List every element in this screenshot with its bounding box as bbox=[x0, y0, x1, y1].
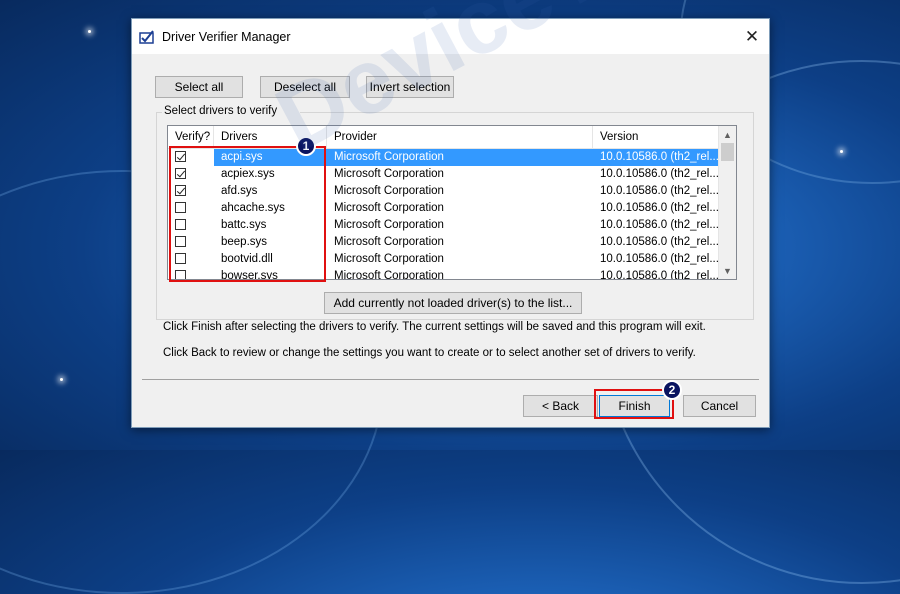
driver-version: 10.0.10586.0 (th2_rel... bbox=[600, 219, 719, 231]
invert-selection-button[interactable]: Invert selection bbox=[366, 76, 454, 98]
drivers-highlight-box bbox=[169, 146, 326, 282]
checklist-icon bbox=[139, 30, 154, 44]
footer-separator bbox=[142, 379, 759, 380]
vertical-scrollbar[interactable]: ▲ ▼ bbox=[718, 126, 736, 279]
finish-info-text: Click Finish after selecting the drivers… bbox=[163, 321, 706, 333]
add-unloaded-drivers-button[interactable]: Add currently not loaded driver(s) to th… bbox=[324, 292, 582, 314]
step-marker-1: 1 bbox=[296, 136, 316, 156]
column-header-verify[interactable]: Verify? bbox=[168, 126, 214, 148]
scroll-up-arrow-icon[interactable]: ▲ bbox=[719, 126, 736, 143]
driver-version: 10.0.10586.0 (th2_rel... bbox=[600, 185, 719, 197]
driver-provider: Microsoft Corporation bbox=[334, 185, 444, 197]
window-title: Driver Verifier Manager bbox=[162, 30, 291, 44]
step-marker-2: 2 bbox=[662, 380, 682, 400]
driver-version: 10.0.10586.0 (th2_rel... bbox=[600, 236, 719, 248]
scroll-thumb[interactable] bbox=[721, 143, 734, 161]
driver-provider: Microsoft Corporation bbox=[334, 253, 444, 265]
cancel-button[interactable]: Cancel bbox=[683, 395, 756, 417]
column-header-version[interactable]: Version bbox=[593, 126, 720, 148]
scroll-down-arrow-icon[interactable]: ▼ bbox=[719, 262, 736, 279]
driver-version: 10.0.10586.0 (th2_rel... bbox=[600, 270, 719, 280]
title-bar: Driver Verifier Manager ✕ bbox=[132, 19, 769, 54]
group-label: Select drivers to verify bbox=[164, 105, 278, 117]
driver-version: 10.0.10586.0 (th2_rel... bbox=[600, 168, 719, 180]
driver-provider: Microsoft Corporation bbox=[334, 151, 444, 163]
column-header-provider[interactable]: Provider bbox=[327, 126, 593, 148]
back-info-text: Click Back to review or change the setti… bbox=[163, 347, 696, 359]
groupbox-top-border bbox=[156, 112, 162, 113]
driver-version: 10.0.10586.0 (th2_rel... bbox=[600, 151, 719, 163]
deselect-all-button[interactable]: Deselect all bbox=[260, 76, 350, 98]
driver-provider: Microsoft Corporation bbox=[334, 202, 444, 214]
driver-provider: Microsoft Corporation bbox=[334, 270, 444, 280]
groupbox-top-border-right bbox=[300, 112, 754, 113]
back-button[interactable]: < Back bbox=[523, 395, 598, 417]
close-button[interactable]: ✕ bbox=[735, 19, 769, 54]
select-all-button[interactable]: Select all bbox=[155, 76, 243, 98]
driver-version: 10.0.10586.0 (th2_rel... bbox=[600, 253, 719, 265]
driver-version: 10.0.10586.0 (th2_rel... bbox=[600, 202, 719, 214]
driver-provider: Microsoft Corporation bbox=[334, 168, 444, 180]
driver-provider: Microsoft Corporation bbox=[334, 219, 444, 231]
driver-provider: Microsoft Corporation bbox=[334, 236, 444, 248]
